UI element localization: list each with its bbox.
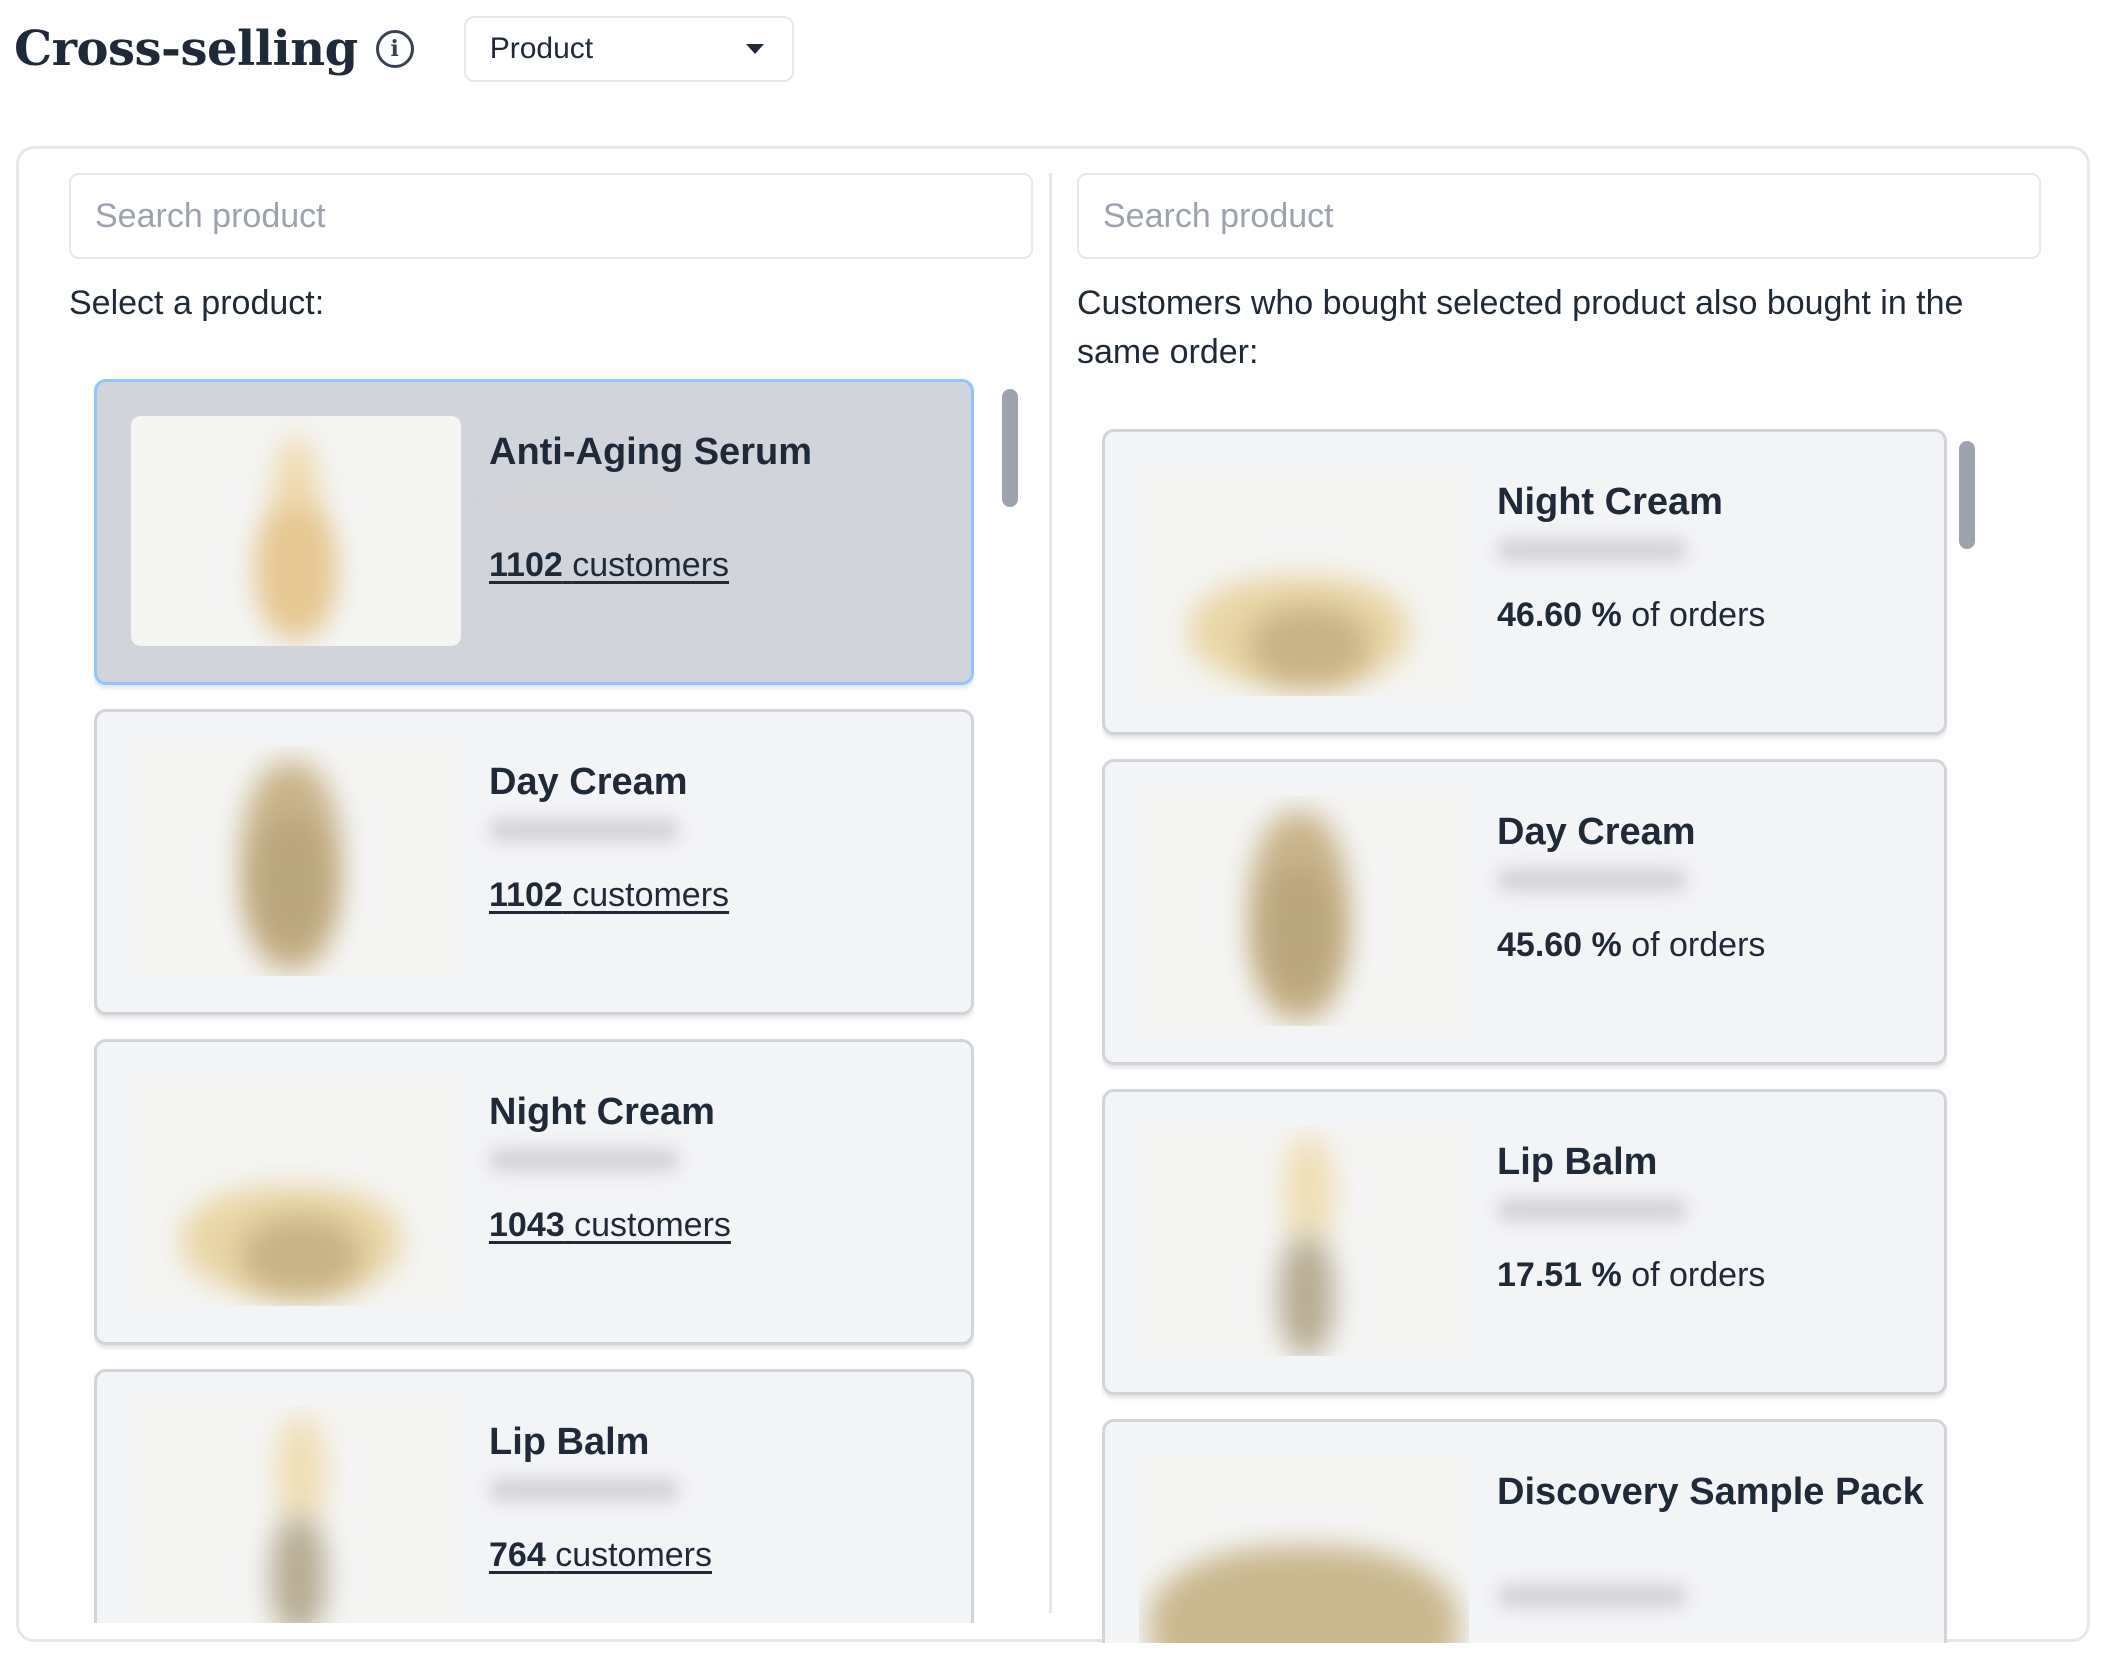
product-card-lip-balm[interactable]: Lip Balm 764 customers bbox=[94, 1369, 974, 1623]
related-card-night-cream[interactable]: Night Cream 46.60 % of orders bbox=[1102, 429, 1947, 735]
also-bought-label: Customers who bought selected product al… bbox=[1077, 284, 1964, 371]
product-thumbnail bbox=[131, 416, 461, 646]
column-divider bbox=[1049, 173, 1052, 1613]
order-percentage: 45.60 % of orders bbox=[1497, 926, 1766, 964]
product-subtitle-redacted bbox=[489, 488, 679, 512]
product-subtitle-redacted bbox=[1497, 1584, 1687, 1608]
product-subtitle-redacted bbox=[1497, 868, 1687, 892]
product-subtitle-redacted bbox=[1497, 538, 1687, 562]
page-header: Cross-selling i Product bbox=[14, 14, 794, 84]
product-thumbnail bbox=[131, 1406, 461, 1623]
product-name: Day Cream bbox=[489, 761, 688, 803]
page-title: Cross-selling bbox=[14, 21, 358, 77]
related-card-lip-balm[interactable]: Lip Balm 17.51 % of orders bbox=[1102, 1089, 1947, 1395]
left-list-scrollbar[interactable] bbox=[1002, 389, 1018, 507]
product-thumbnail bbox=[1139, 466, 1469, 696]
right-search-input[interactable] bbox=[1077, 173, 2041, 259]
related-list-scrollbar[interactable] bbox=[1959, 441, 1975, 549]
order-percentage: 46.60 % of orders bbox=[1497, 596, 1766, 634]
customer-count[interactable]: 1043 customers bbox=[489, 1206, 731, 1245]
product-subtitle-redacted bbox=[489, 1148, 679, 1172]
customer-count[interactable]: 1102 customers bbox=[489, 876, 729, 915]
product-thumbnail bbox=[1139, 796, 1469, 1026]
product-list: Anti-Aging Serum 1102 customers Day Crea… bbox=[94, 379, 974, 1623]
related-card-day-cream[interactable]: Day Cream 45.60 % of orders bbox=[1102, 759, 1947, 1065]
product-thumbnail bbox=[131, 746, 461, 976]
product-name: Night Cream bbox=[1497, 481, 1723, 523]
product-thumbnail bbox=[1139, 1456, 1469, 1643]
product-name: Discovery Sample Pack bbox=[1497, 1471, 1924, 1513]
customer-count[interactable]: 764 customers bbox=[489, 1536, 712, 1575]
product-subtitle-redacted bbox=[489, 1478, 679, 1502]
related-product-list: Night Cream 46.60 % of orders Day Cream … bbox=[1102, 429, 1947, 1643]
dropdown-selected-value: Product bbox=[489, 32, 594, 65]
product-card-night-cream[interactable]: Night Cream 1043 customers bbox=[94, 1039, 974, 1345]
product-selection-column: Select a product: Anti-Aging Serum 1102 … bbox=[69, 173, 1033, 1623]
product-thumbnail bbox=[131, 1076, 461, 1306]
left-search-input[interactable] bbox=[69, 173, 1033, 259]
product-name: Anti-Aging Serum bbox=[489, 431, 812, 473]
caret-down-icon bbox=[745, 44, 764, 54]
customer-count[interactable]: 1102 customers bbox=[489, 546, 729, 585]
related-products-column: Customers who bought selected product al… bbox=[1077, 173, 2041, 1643]
product-name: Lip Balm bbox=[1497, 1141, 1658, 1183]
related-card-discovery-sample-pack[interactable]: Discovery Sample Pack bbox=[1102, 1419, 1947, 1643]
product-name: Night Cream bbox=[489, 1091, 715, 1133]
product-name: Lip Balm bbox=[489, 1421, 650, 1463]
select-product-label: Select a product: bbox=[69, 284, 325, 322]
info-icon[interactable]: i bbox=[375, 30, 414, 68]
order-percentage: 17.51 % of orders bbox=[1497, 1256, 1766, 1294]
product-subtitle-redacted bbox=[1497, 1198, 1687, 1222]
product-card-day-cream[interactable]: Day Cream 1102 customers bbox=[94, 709, 974, 1015]
product-subtitle-redacted bbox=[489, 818, 679, 842]
grouping-dropdown[interactable]: Product bbox=[463, 16, 794, 82]
cross-selling-panel: Select a product: Anti-Aging Serum 1102 … bbox=[16, 146, 2090, 1643]
product-name: Day Cream bbox=[1497, 811, 1696, 853]
product-thumbnail bbox=[1139, 1126, 1469, 1356]
product-card-anti-aging-serum[interactable]: Anti-Aging Serum 1102 customers bbox=[94, 379, 974, 685]
